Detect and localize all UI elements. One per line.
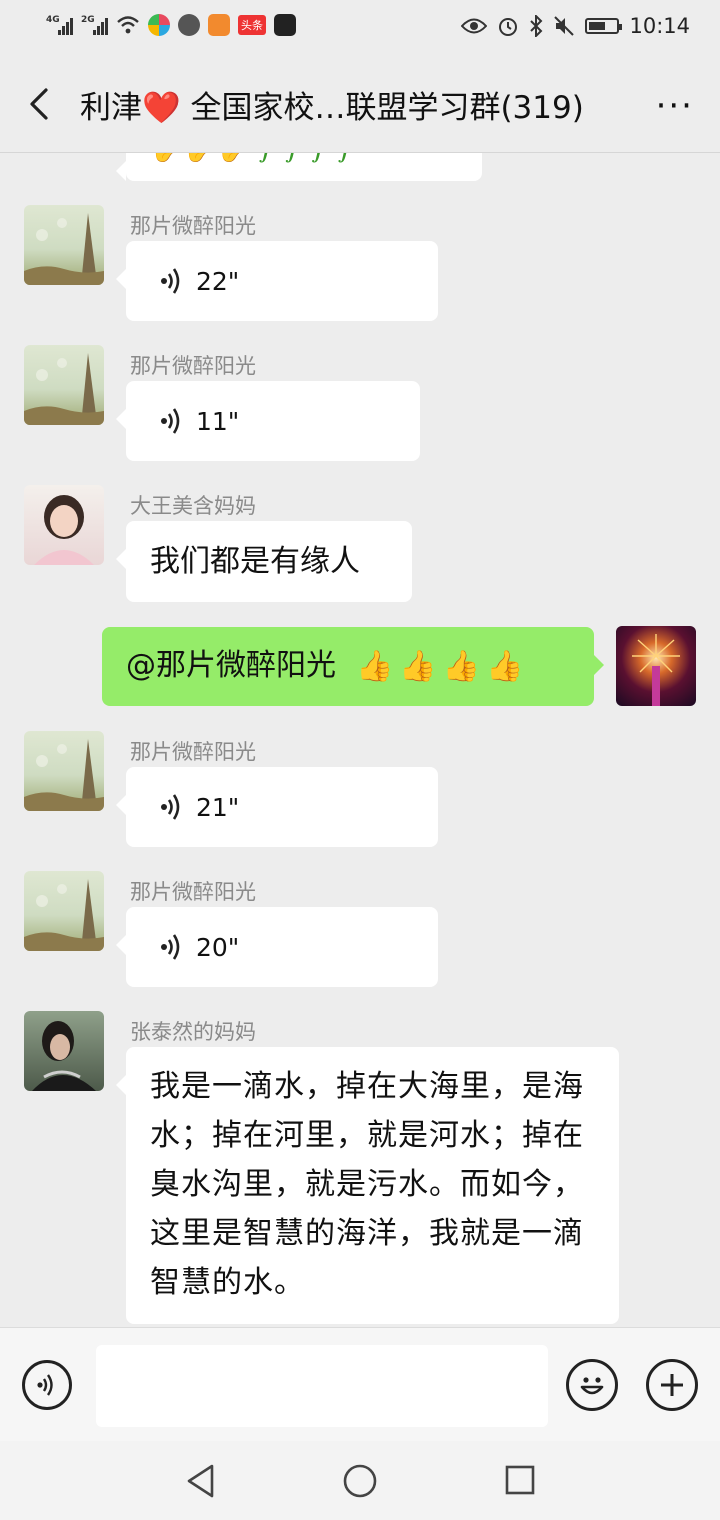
voice-wave-icon — [161, 268, 180, 294]
voice-message-bubble[interactable]: 21" — [116, 767, 438, 847]
girl-portrait-avatar-image — [34, 495, 94, 565]
voice-message-bubble[interactable]: 11" — [116, 381, 420, 461]
avatar-sender[interactable] — [24, 1011, 104, 1091]
voice-wave-icon — [161, 934, 180, 960]
plus-icon — [661, 1374, 683, 1396]
voice-message-bubble[interactable]: 22" — [116, 241, 438, 321]
sender-name: 那片微醉阳光 — [130, 740, 256, 764]
avatar-sender[interactable] — [24, 345, 104, 425]
voice-message-bubble[interactable]: 20" — [116, 907, 438, 987]
sender-name: 那片微醉阳光 — [130, 214, 256, 238]
eiffel-tower-avatar-image — [24, 879, 104, 951]
eiffel-tower-avatar-image — [24, 739, 104, 811]
voice-wave-icon — [161, 408, 180, 434]
text-message-bubble[interactable]: 我是一滴水，掉在大海里，是海水；掉在河里，就是河水；掉在臭水沟里，就是污水。而如… — [116, 1047, 619, 1324]
mute-icon — [554, 16, 575, 36]
woman-portrait-avatar-image — [32, 1021, 96, 1091]
voice-input-button[interactable] — [22, 1360, 72, 1410]
message-list[interactable]: ✋✋✋ 𝆑 𝆑 𝆑 𝆑 那片微醉阳光 22" 那片微醉阳光 11" 大王美含妈妈… — [0, 153, 720, 1327]
fireworks-avatar-image — [632, 634, 680, 706]
sender-name: 那片微醉阳光 — [130, 880, 256, 904]
input-bar — [0, 1327, 720, 1442]
square-recent-icon[interactable] — [504, 1464, 536, 1496]
circle-home-icon[interactable] — [342, 1463, 378, 1499]
status-bar: 4G 2G 头条 10:14 — [0, 0, 720, 56]
system-nav-bar — [0, 1441, 720, 1520]
outgoing-text-bubble[interactable]: @那片微醉阳光 👍 👍 👍 👍 — [102, 627, 604, 706]
smiley-icon — [580, 1377, 604, 1395]
eiffel-tower-avatar-image — [24, 353, 104, 425]
wifi-icon — [117, 16, 139, 34]
voice-duration: 22" — [196, 266, 240, 296]
message-bubble-partial[interactable]: ✋✋✋ 𝆑 𝆑 𝆑 𝆑 — [116, 153, 482, 181]
avatar-sender[interactable] — [24, 205, 104, 285]
voice-duration: 20" — [196, 932, 240, 962]
eiffel-tower-avatar-image — [24, 213, 104, 285]
thumbs-up-icon: 👍 — [486, 649, 524, 684]
cellular-signal-2-icon: 2G — [81, 15, 108, 35]
thumbs-up-icon: 👍 — [399, 649, 437, 684]
emoji-row-partial: ✋✋✋ 𝆑 𝆑 𝆑 𝆑 — [150, 153, 355, 164]
avatar-sender[interactable] — [24, 485, 104, 565]
app-icon-grey — [178, 14, 200, 36]
status-right-icons: 10:14 — [461, 14, 690, 38]
avatar-sender[interactable] — [24, 871, 104, 951]
message-input[interactable] — [96, 1345, 548, 1427]
network-type-1: 4G — [46, 15, 60, 25]
bluetooth-icon — [530, 15, 543, 37]
message-text: 我们都是有缘人 — [150, 544, 360, 579]
app-icon-colorful — [148, 14, 170, 36]
emoji-button[interactable] — [566, 1359, 618, 1411]
alarm-icon — [499, 18, 518, 36]
sender-name: 大王美含妈妈 — [130, 494, 256, 518]
cellular-signal-1-icon: 4G — [46, 15, 73, 35]
thumbs-up-emoji-row: 👍 👍 👍 👍 — [356, 642, 523, 691]
eye-icon — [461, 18, 488, 34]
sender-name: 那片微醉阳光 — [130, 354, 256, 378]
clock-time: 10:14 — [629, 14, 690, 38]
message-text: 我是一滴水，掉在大海里，是海水；掉在河里，就是河水；掉在臭水沟里，就是污水。而如… — [150, 1069, 584, 1300]
voice-icon — [37, 1374, 53, 1396]
message-text: @那片微醉阳光 — [126, 648, 336, 683]
chat-title: 利津❤️ 全国家校…联盟学习群(319) — [80, 90, 584, 126]
text-message-bubble[interactable]: 我们都是有缘人 — [116, 521, 412, 602]
battery-icon — [585, 18, 623, 34]
avatar-sender[interactable] — [24, 731, 104, 811]
triangle-back-icon[interactable] — [184, 1463, 218, 1499]
app-icon-capcut — [274, 14, 296, 36]
thumbs-up-icon: 👍 — [442, 649, 481, 684]
sender-name: 张泰然的妈妈 — [130, 1020, 256, 1044]
toutiao-badge: 头条 — [238, 15, 266, 35]
voice-duration: 21" — [196, 792, 240, 822]
voice-wave-icon — [161, 794, 180, 820]
more-options-icon[interactable]: ··· — [656, 86, 694, 126]
chevron-left-icon[interactable] — [22, 86, 58, 122]
thumbs-up-icon: 👍 — [356, 649, 394, 684]
voice-duration: 11" — [196, 406, 240, 436]
network-type-2: 2G — [81, 15, 95, 25]
chat-header: 利津❤️ 全国家校…联盟学习群(319) ··· — [0, 56, 720, 153]
avatar-self[interactable] — [616, 626, 696, 706]
app-icon-orange — [208, 14, 230, 36]
add-more-button[interactable] — [646, 1359, 698, 1411]
status-left-icons: 4G 2G 头条 — [46, 14, 296, 36]
